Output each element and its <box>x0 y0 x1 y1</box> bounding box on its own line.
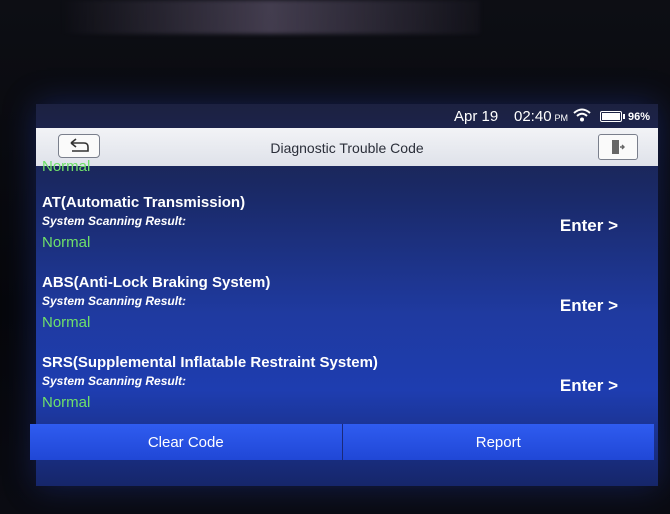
system-row-abs[interactable]: ABS(Anti-Lock Braking System) System Sca… <box>36 274 658 352</box>
status-ampm: PM <box>554 113 569 123</box>
system-status: Normal <box>42 234 91 251</box>
enter-button[interactable]: Enter > <box>560 296 618 316</box>
system-row-at[interactable]: AT(Automatic Transmission) System Scanni… <box>36 194 658 272</box>
screen-glare <box>60 0 480 34</box>
system-name: AT(Automatic Transmission) <box>42 194 246 211</box>
bottom-action-bar: Clear Code Report <box>30 424 654 460</box>
status-time-value: 02:40 <box>514 108 552 125</box>
status-date: Apr 19 <box>454 108 499 125</box>
report-button[interactable]: Report <box>341 424 654 460</box>
app-screen: Apr 19 02:40 PM 96% Diagnostic Trouble Co… <box>30 104 658 486</box>
enter-button[interactable]: Enter > <box>560 376 618 396</box>
system-subtitle: System Scanning Result: <box>42 214 187 228</box>
exit-icon <box>612 140 625 154</box>
clear-code-button[interactable]: Clear Code <box>30 424 342 460</box>
partial-row-status: Normal <box>42 158 91 175</box>
enter-button[interactable]: Enter > <box>560 216 618 236</box>
system-subtitle: System Scanning Result: <box>42 374 187 388</box>
battery-percent: 96% <box>628 111 651 123</box>
page-title: Diagnostic Trouble Code <box>270 140 424 156</box>
device-frame: Apr 19 02:40 PM 96% Diagnostic Trouble Co… <box>0 0 670 514</box>
status-bar: Apr 19 02:40 PM 96% <box>36 104 658 126</box>
system-row-srs[interactable]: SRS(Supplemental Inflatable Restraint Sy… <box>36 354 658 432</box>
system-name: SRS(Supplemental Inflatable Restraint Sy… <box>42 354 378 371</box>
system-name: ABS(Anti-Lock Braking System) <box>42 274 271 291</box>
status-time: 02:40 PM <box>514 108 568 125</box>
system-subtitle: System Scanning Result: <box>42 294 187 308</box>
system-status: Normal <box>42 314 91 331</box>
exit-button[interactable] <box>598 134 638 160</box>
wifi-icon <box>573 108 591 122</box>
system-status: Normal <box>42 394 91 411</box>
title-bar: Diagnostic Trouble Code <box>36 128 658 166</box>
battery-icon <box>600 111 625 122</box>
